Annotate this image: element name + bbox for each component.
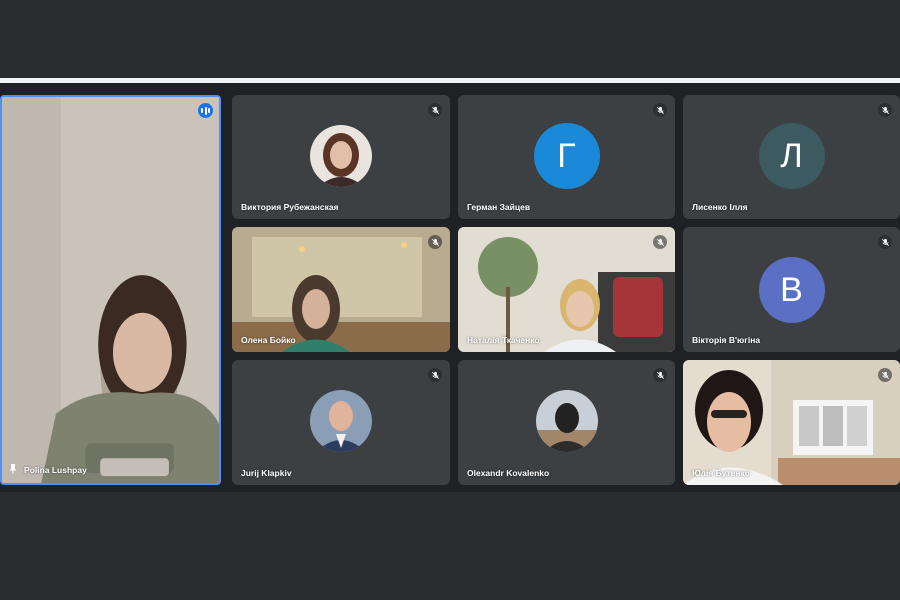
participant-photo xyxy=(310,390,372,452)
pin-icon[interactable] xyxy=(8,464,18,474)
top-bar xyxy=(0,0,900,78)
avatar: В xyxy=(758,257,825,323)
participant-name: Олена Бойко xyxy=(241,335,296,345)
bottom-bar xyxy=(0,492,900,600)
mic-off-icon xyxy=(653,368,667,382)
mic-off-icon xyxy=(653,235,667,249)
participant-name: Виктория Рубежанская xyxy=(241,202,339,212)
participant-tile[interactable]: Olexandr Kovalenko xyxy=(458,360,675,485)
top-divider xyxy=(0,78,900,83)
participant-tile[interactable]: Jurij Klapkiv xyxy=(232,360,450,485)
participant-name: Лисенко Ілля xyxy=(692,202,748,212)
participant-name: Герман Зайцев xyxy=(467,202,531,212)
participant-name: Jurij Klapkiv xyxy=(241,468,292,478)
participant-video xyxy=(232,227,450,352)
participant-video xyxy=(683,360,900,485)
participant-tile[interactable]: Олена Бойко xyxy=(232,227,450,352)
participant-name: Polina Lushpay xyxy=(24,465,87,475)
participant-name: Юлія Бутенко xyxy=(692,468,750,478)
mic-off-icon xyxy=(878,368,892,382)
avatar: Л xyxy=(758,123,825,189)
participant-tile[interactable]: В Вікторія В'югіна xyxy=(683,227,900,352)
speaker-video xyxy=(2,97,219,483)
participant-photo xyxy=(535,390,598,452)
participant-name: Olexandr Kovalenko xyxy=(467,468,550,478)
mic-off-icon xyxy=(878,103,892,117)
participant-tile[interactable]: Г Герман Зайцев xyxy=(458,95,675,219)
participant-name: Наталія Ткаченко xyxy=(467,335,540,345)
participant-tile[interactable]: Л Лисенко Ілля xyxy=(683,95,900,219)
participant-tile[interactable]: Виктория Рубежанская xyxy=(232,95,450,219)
participant-name: Вікторія В'югіна xyxy=(692,335,761,345)
avatar: Г xyxy=(533,123,600,189)
mic-off-icon xyxy=(878,235,892,249)
audio-level-icon xyxy=(198,103,213,118)
participant-photo xyxy=(310,125,372,187)
participant-video xyxy=(458,227,675,352)
main-speaker-tile[interactable]: Polina Lushpay xyxy=(0,95,221,485)
participant-tile[interactable]: Юлія Бутенко xyxy=(683,360,900,485)
mic-off-icon xyxy=(428,235,442,249)
mic-off-icon xyxy=(428,368,442,382)
participant-tile[interactable]: Наталія Ткаченко xyxy=(458,227,675,352)
mic-off-icon xyxy=(428,103,442,117)
mic-off-icon xyxy=(653,103,667,117)
